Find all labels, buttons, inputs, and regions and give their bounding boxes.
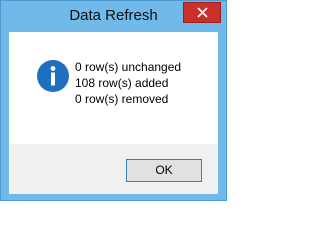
title-bar[interactable]: Data Refresh	[1, 1, 226, 31]
dialog-window: Data Refresh 0 row(s) unchanged 108 row(…	[0, 0, 227, 201]
message-area: 0 row(s) unchanged 108 row(s) added 0 ro…	[9, 32, 218, 144]
info-icon	[37, 60, 69, 92]
message-line-removed: 0 row(s) removed	[75, 92, 169, 106]
dialog-body: 0 row(s) unchanged 108 row(s) added 0 ro…	[9, 32, 218, 194]
ok-button[interactable]: OK	[126, 159, 202, 182]
message-line-unchanged: 0 row(s) unchanged	[75, 60, 182, 74]
message-text: 0 row(s) unchanged 108 row(s) added 0 ro…	[75, 59, 181, 107]
button-bar: OK	[9, 144, 218, 194]
message-line-added: 108 row(s) added	[75, 76, 169, 90]
close-icon	[197, 7, 208, 18]
close-button[interactable]	[183, 2, 221, 23]
